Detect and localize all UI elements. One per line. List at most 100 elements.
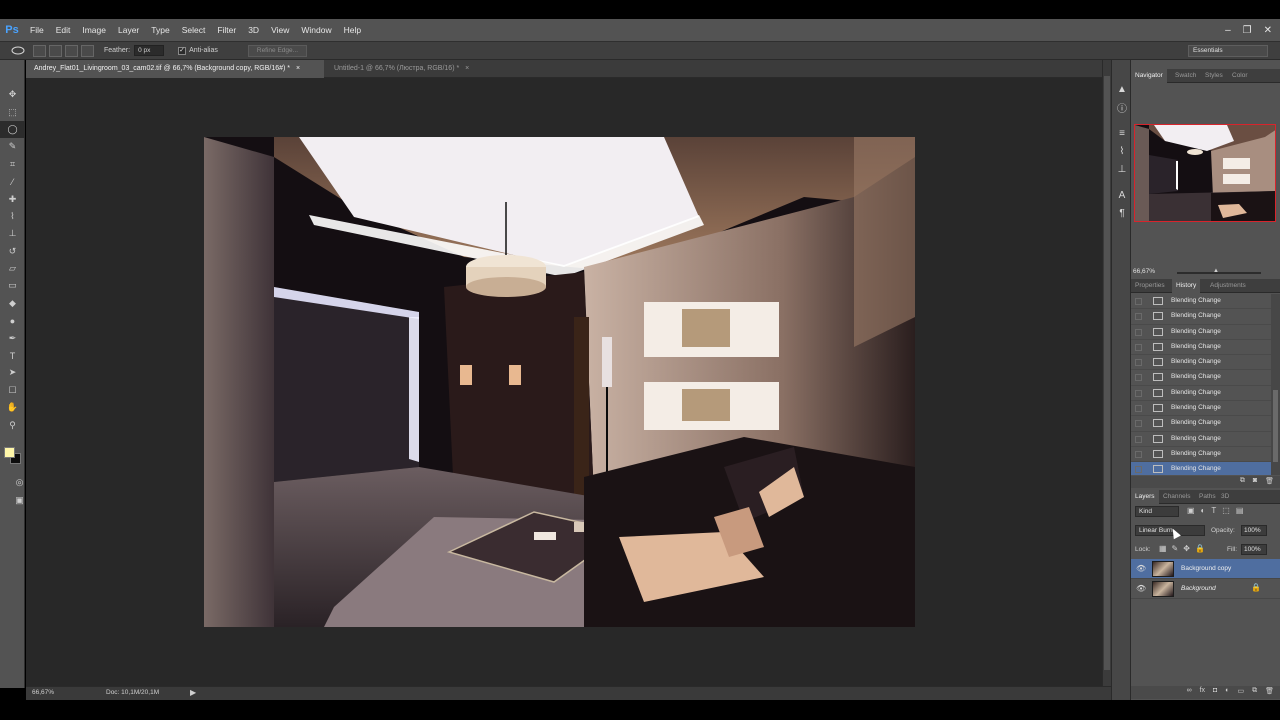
tab-3d[interactable]: 3D xyxy=(1217,490,1233,504)
menu-type[interactable]: Type xyxy=(145,19,175,41)
close-icon[interactable]: ✕ xyxy=(1264,25,1272,36)
tab-history[interactable]: History xyxy=(1172,279,1201,293)
document-image[interactable] xyxy=(204,137,915,627)
history-item[interactable]: Blending Change xyxy=(1131,447,1271,463)
navigator-thumbnail[interactable] xyxy=(1134,124,1276,222)
delete-state-icon[interactable]: 🗑 xyxy=(1265,477,1274,485)
character-icon[interactable]: A xyxy=(1112,186,1132,204)
menu-select[interactable]: Select xyxy=(176,19,212,41)
blur-tool-icon[interactable]: ◆ xyxy=(0,295,25,312)
workspace-select[interactable]: Essentials xyxy=(1188,45,1268,57)
healing-brush-tool-icon[interactable]: ✚ xyxy=(0,190,25,207)
quick-select-tool-icon[interactable]: ✎ xyxy=(0,138,25,155)
history-item[interactable]: Blending Change xyxy=(1131,386,1271,402)
canvas-area[interactable] xyxy=(26,78,1102,686)
refine-edge-button[interactable]: Refine Edge... xyxy=(247,44,308,57)
new-group-icon[interactable]: ▭ xyxy=(1237,687,1244,695)
navigator-zoom-knob-icon[interactable]: ▲ xyxy=(1213,268,1219,274)
delete-layer-icon[interactable]: 🗑 xyxy=(1265,687,1274,695)
add-to-selection-button[interactable] xyxy=(49,44,62,57)
paragraph-icon[interactable]: ¶ xyxy=(1112,204,1132,222)
menu-3d[interactable]: 3D xyxy=(242,19,265,41)
anti-alias-checkbox[interactable]: ✓ xyxy=(178,46,187,55)
document-tab-active[interactable]: Andrey_Flat01_Livingroom_03_cam02.tif @ … xyxy=(26,60,324,78)
brush-presets-icon[interactable]: ⌇ xyxy=(1112,142,1132,160)
new-layer-icon[interactable]: ⧉ xyxy=(1252,687,1257,695)
history-item-selected[interactable]: Blending Change xyxy=(1131,462,1271,475)
tab-channels[interactable]: Channels xyxy=(1159,490,1194,504)
history-item[interactable]: Blending Change xyxy=(1131,401,1271,417)
history-item[interactable]: Blending Change xyxy=(1131,309,1271,325)
path-selection-tool-icon[interactable]: ➤ xyxy=(0,364,25,381)
scrollbar-thumb[interactable] xyxy=(1104,76,1110,670)
history-brush-tool-icon[interactable]: ↺ xyxy=(0,243,25,260)
eye-icon[interactable]: 👁 xyxy=(1136,564,1146,573)
pen-tool-icon[interactable]: ✒ xyxy=(0,329,25,346)
intersect-selection-button[interactable] xyxy=(81,44,94,57)
tab-layers[interactable]: Layers xyxy=(1131,490,1159,504)
history-item[interactable]: Blending Change xyxy=(1131,416,1271,432)
close-tab-icon[interactable]: × xyxy=(465,65,469,72)
history-item[interactable]: Blending Change xyxy=(1131,370,1271,386)
fx-icon[interactable]: fx xyxy=(1200,687,1205,695)
tab-paths[interactable]: Paths xyxy=(1195,490,1220,504)
history-scrollbar[interactable] xyxy=(1271,294,1280,475)
add-mask-icon[interactable]: ◘ xyxy=(1213,687,1217,695)
new-snapshot-icon[interactable]: ◙ xyxy=(1253,477,1257,485)
tab-styles[interactable]: Styles xyxy=(1201,69,1227,83)
subtract-from-selection-button[interactable] xyxy=(65,44,78,57)
new-selection-button[interactable] xyxy=(33,44,46,57)
history-item[interactable]: Blending Change xyxy=(1131,340,1271,356)
lasso-tool-icon[interactable]: ◯ xyxy=(0,120,25,139)
fill-input[interactable]: 100% xyxy=(1241,544,1267,555)
type-tool-icon[interactable]: T xyxy=(0,347,25,364)
layer-kind-filter[interactable]: Kind xyxy=(1135,506,1179,517)
menu-filter[interactable]: Filter xyxy=(211,19,242,41)
tab-color[interactable]: Color xyxy=(1228,69,1252,83)
info-icon[interactable]: ⓘ xyxy=(1112,98,1132,116)
history-item[interactable]: Blending Change xyxy=(1131,355,1271,371)
clone-stamp-tool-icon[interactable]: ⊥ xyxy=(0,225,25,242)
minimize-icon[interactable]: – xyxy=(1225,25,1231,36)
new-document-from-state-icon[interactable]: ⧉ xyxy=(1240,477,1245,485)
eye-icon[interactable]: 👁 xyxy=(1136,584,1146,593)
tab-swatch[interactable]: Swatch xyxy=(1171,69,1200,83)
menu-layer[interactable]: Layer xyxy=(112,19,145,41)
menu-image[interactable]: Image xyxy=(76,19,112,41)
clone-source-icon[interactable]: ⊥ xyxy=(1112,160,1132,178)
eyedropper-tool-icon[interactable]: ⁄ xyxy=(0,173,25,190)
layer-filter-icons[interactable]: ▣◐T⬚▤ xyxy=(1187,506,1249,515)
hand-tool-icon[interactable]: ✋ xyxy=(0,399,25,416)
foreground-color-swatch[interactable] xyxy=(4,447,15,458)
navigator-zoom-slider[interactable] xyxy=(1177,272,1261,274)
history-scrollbar-thumb[interactable] xyxy=(1273,390,1278,462)
close-tab-icon[interactable]: × xyxy=(296,65,300,72)
eraser-tool-icon[interactable]: ▱ xyxy=(0,260,25,277)
restore-icon[interactable]: ❐ xyxy=(1243,25,1252,36)
tab-navigator[interactable]: Navigator xyxy=(1131,69,1167,83)
history-item[interactable]: Blending Change xyxy=(1131,294,1271,310)
menu-file[interactable]: File xyxy=(24,19,50,41)
history-item[interactable]: Blending Change xyxy=(1131,432,1271,447)
lock-options-icons[interactable]: ▦✎✥🔒 xyxy=(1159,544,1210,553)
link-layers-icon[interactable]: ∞ xyxy=(1187,687,1192,695)
status-menu-arrow-icon[interactable]: ▶ xyxy=(190,688,196,697)
menu-view[interactable]: View xyxy=(265,19,295,41)
menu-help[interactable]: Help xyxy=(338,19,367,41)
history-item[interactable]: Blending Change xyxy=(1131,325,1271,340)
histogram-icon[interactable]: ▲ xyxy=(1112,80,1132,98)
opacity-input[interactable]: 100% xyxy=(1241,525,1267,536)
menu-window[interactable]: Window xyxy=(295,19,337,41)
dodge-tool-icon[interactable]: ● xyxy=(0,312,25,329)
lasso-preset-icon[interactable] xyxy=(6,44,30,58)
adjustments-icon[interactable]: ≡ xyxy=(1112,124,1132,142)
marquee-tool-icon[interactable]: ⬚ xyxy=(0,103,25,120)
gradient-tool-icon[interactable]: ▭ xyxy=(0,277,25,294)
adjustment-layer-icon[interactable]: ◐ xyxy=(1225,687,1229,695)
zoom-tool-icon[interactable]: ⚲ xyxy=(0,416,25,433)
brush-tool-icon[interactable]: ⌇ xyxy=(0,208,25,225)
menu-edit[interactable]: Edit xyxy=(50,19,77,41)
shape-tool-icon[interactable]: ☐ xyxy=(0,382,25,399)
status-zoom[interactable]: 66,67% xyxy=(32,689,54,696)
canvas-vertical-scrollbar[interactable] xyxy=(1102,60,1111,686)
